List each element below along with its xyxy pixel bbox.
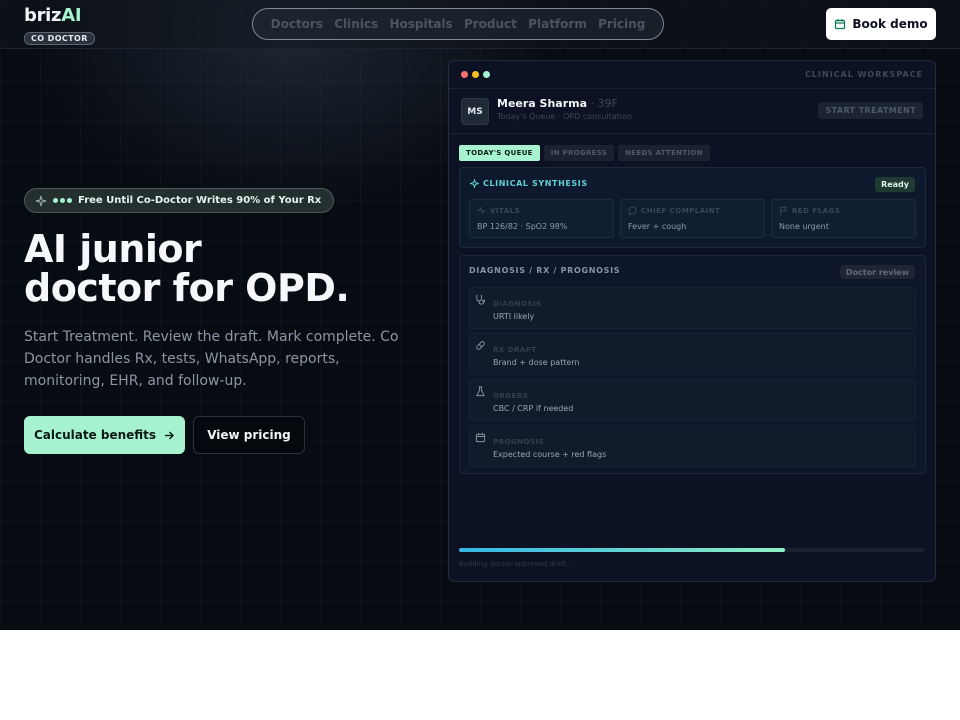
window-controls	[461, 71, 490, 78]
start-treatment-button[interactable]: START TREATMENT	[818, 102, 923, 119]
clinical-synthesis-card: CLINICAL SYNTHESIS Ready VITALS BP 126/8…	[459, 167, 926, 248]
rx-draft-value: Brand + dose pattern	[493, 358, 580, 367]
prognosis-value: Expected course + red flags	[493, 450, 607, 459]
calculate-benefits-button[interactable]: Calculate benefits	[24, 416, 185, 454]
top-navigation-bar: brizAI CO DOCTOR Doctors Clinics Hospita…	[0, 0, 960, 49]
headline-line-1: AI junior	[24, 227, 202, 271]
calendar-icon	[475, 432, 486, 443]
red-flags-label-text: RED FLAGS	[792, 206, 841, 215]
view-pricing-label: View pricing	[207, 428, 291, 442]
flag-icon	[780, 206, 788, 215]
doctor-review-badge: Doctor review	[839, 265, 915, 279]
dots-indicator	[53, 198, 72, 203]
red-flags-card: RED FLAGS None urgent	[771, 199, 916, 238]
nav-link-pricing[interactable]: Pricing	[598, 17, 645, 31]
divider	[449, 133, 935, 134]
patient-age-separator: ·	[587, 97, 598, 110]
chat-icon	[628, 206, 637, 215]
flask-icon	[476, 386, 485, 397]
window-dot-green	[483, 71, 490, 78]
draft-progress-bar	[459, 548, 925, 552]
diagnosis-rx-prognosis-card: DIAGNOSIS / RX / PROGNOSIS Doctor review…	[459, 255, 926, 474]
red-flags-value: None urgent	[779, 222, 829, 231]
promo-text: Free Until Co-Doctor Writes 90% of Your …	[78, 195, 322, 206]
hero-headline: AI junior doctor for OPD.	[24, 230, 424, 308]
book-demo-label: Book demo	[852, 17, 928, 31]
arrow-right-icon	[165, 431, 175, 439]
hero-subtext: Start Treatment. Review the draft. Mark …	[24, 329, 399, 389]
stethoscope-icon	[476, 294, 486, 305]
prognosis-label: PROGNOSIS	[493, 438, 545, 446]
synthesis-title-text: CLINICAL SYNTHESIS	[483, 179, 588, 188]
sparkle-icon	[35, 195, 47, 206]
vitals-label: VITALS	[477, 206, 606, 215]
rx-draft-row[interactable]: RX DRAFT Brand + dose pattern	[469, 333, 916, 375]
diagnosis-section-title: DIAGNOSIS / RX / PROGNOSIS	[469, 266, 621, 275]
sparkle-icon	[470, 179, 479, 188]
view-pricing-button[interactable]: View pricing	[193, 416, 305, 454]
brand-badge: CO DOCTOR	[24, 32, 95, 45]
orders-value: CBC / CRP if needed	[493, 404, 574, 413]
nav-link-clinics[interactable]: Clinics	[334, 17, 378, 31]
draft-progress-fill	[459, 548, 786, 552]
window-dot-red	[461, 71, 468, 78]
rx-draft-label: RX DRAFT	[493, 346, 537, 354]
chief-complaint-value: Fever + cough	[628, 222, 687, 231]
nav-link-product[interactable]: Product	[464, 17, 517, 31]
main-nav: Doctors Clinics Hospitals Product Platfo…	[252, 8, 664, 40]
synthesis-cards: VITALS BP 126/82 · SpO2 98% CHIEF COMPLA…	[469, 199, 916, 238]
brand-logo[interactable]: brizAI CO DOCTOR	[24, 5, 95, 45]
vitals-value: BP 126/82 · SpO2 98%	[477, 222, 568, 231]
diagnosis-value: URTI likely	[493, 312, 535, 321]
promo-pill: Free Until Co-Doctor Writes 90% of Your …	[24, 188, 335, 213]
pill-icon	[476, 341, 485, 350]
orders-row[interactable]: ORDERS CBC / CRP if needed	[469, 379, 916, 421]
patient-age: 39F	[597, 97, 618, 110]
diagnosis-row[interactable]: DIAGNOSIS URTI likely	[469, 287, 916, 329]
vitals-card: VITALS BP 126/82 · SpO2 98%	[469, 199, 614, 238]
brand-name-accent: AI	[61, 5, 82, 26]
tab-needs-attention[interactable]: NEEDS ATTENTION	[618, 145, 710, 161]
headline-line-2: doctor for OPD.	[24, 266, 350, 310]
prognosis-row[interactable]: PROGNOSIS Expected course + red flags	[469, 425, 916, 467]
calculate-benefits-label: Calculate benefits	[33, 428, 157, 442]
chief-complaint-label: CHIEF COMPLAINT	[628, 206, 757, 215]
brand-name: brizAI	[24, 5, 95, 26]
calendar-icon	[835, 19, 846, 30]
divider	[449, 88, 935, 89]
patient-meta: Today's Queue · OPD consultation	[497, 112, 632, 121]
tab-todays-queue[interactable]: TODAY'S QUEUE	[459, 145, 540, 161]
window-dot-yellow	[472, 71, 479, 78]
pulse-icon	[477, 206, 486, 215]
nav-link-platform[interactable]: Platform	[528, 17, 587, 31]
avatar: MS	[461, 98, 489, 125]
vitals-label-text: VITALS	[490, 206, 521, 215]
brand-name-text: briz	[24, 5, 62, 26]
queue-tabs: TODAY'S QUEUE IN PROGRESS NEEDS ATTENTIO…	[459, 145, 710, 161]
hero-section: brizAI CO DOCTOR Doctors Clinics Hospita…	[0, 0, 960, 630]
draft-status-text: Building doctor-approved draft...	[459, 560, 573, 568]
nav-link-hospitals[interactable]: Hospitals	[389, 17, 452, 31]
chief-complaint-card: CHIEF COMPLAINT Fever + cough	[620, 199, 765, 238]
nav-link-doctors[interactable]: Doctors	[271, 17, 323, 31]
patient-name: Meera Sharma · 39F	[497, 97, 618, 110]
tab-in-progress[interactable]: IN PROGRESS	[543, 145, 615, 161]
chief-complaint-label-text: CHIEF COMPLAINT	[641, 206, 721, 215]
status-badge: Ready	[875, 177, 915, 192]
clinical-workspace-panel: CLINICAL WORKSPACE MS Meera Sharma · 39F…	[448, 60, 936, 582]
diagnosis-rows: DIAGNOSIS URTI likely RX DRAFT Brand + d…	[469, 287, 916, 467]
red-flags-label: RED FLAGS	[779, 206, 908, 215]
workspace-label: CLINICAL WORKSPACE	[805, 70, 923, 79]
synthesis-title: CLINICAL SYNTHESIS	[470, 179, 588, 188]
diagnosis-label: DIAGNOSIS	[493, 300, 542, 308]
book-demo-button[interactable]: Book demo	[826, 8, 936, 40]
orders-label: ORDERS	[493, 392, 529, 400]
patient-name-text: Meera Sharma	[497, 97, 588, 110]
